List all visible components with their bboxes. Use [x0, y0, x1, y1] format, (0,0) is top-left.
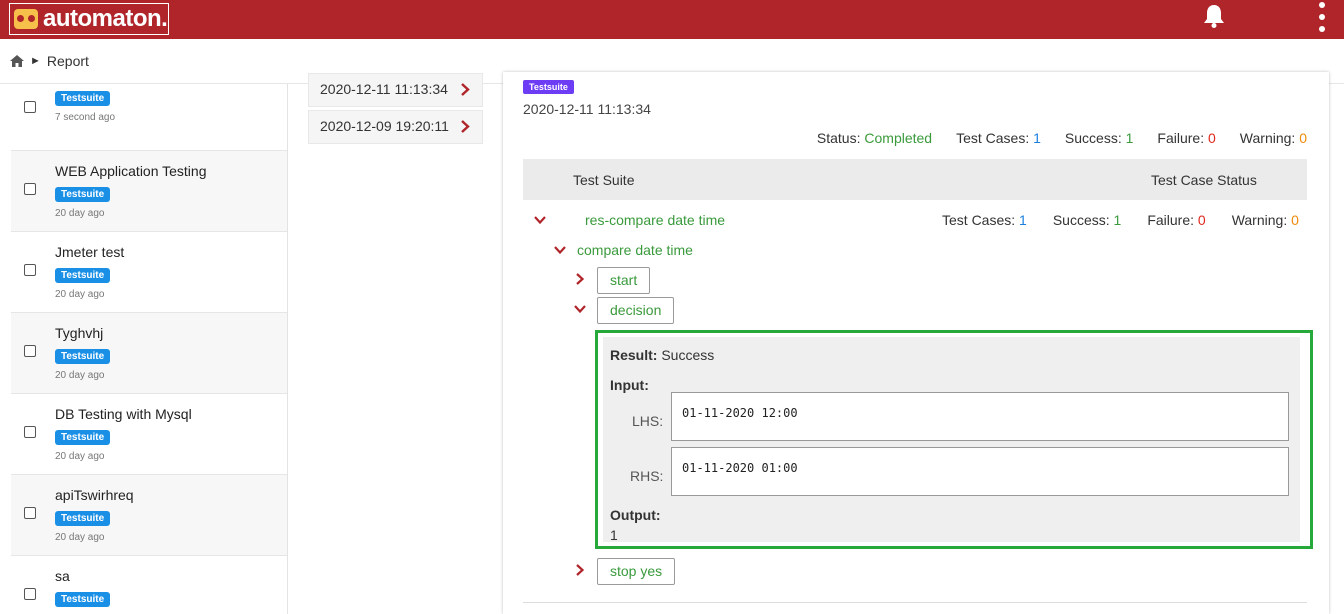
- list-item[interactable]: apiTswirhreq Testsuite 20 day ago: [11, 475, 287, 556]
- app-name: automaton.: [43, 5, 168, 32]
- suite-type-badge: Testsuite: [523, 80, 574, 94]
- suite-time-ago: 20 day ago: [55, 370, 105, 381]
- run-item[interactable]: 2020-12-11 11:13:34: [308, 73, 483, 107]
- chevron-down-icon[interactable]: [534, 214, 546, 226]
- output-heading: Output:: [610, 507, 661, 523]
- suite-checkbox[interactable]: [24, 507, 36, 519]
- suite-name: WEB Application Testing: [55, 163, 207, 179]
- step-result-panel: Result: Success Input: LHS: 01-11-2020 1…: [595, 330, 1313, 549]
- suite-checkbox[interactable]: [24, 588, 36, 600]
- suite-time-ago: 20 day ago: [55, 532, 105, 543]
- row-failure: Failure: 0: [1147, 212, 1206, 228]
- suite-name: Jmeter test: [55, 244, 125, 260]
- lhs-label: LHS:: [632, 413, 664, 429]
- suite-type-badge: Testsuite: [55, 592, 111, 607]
- report-date: 2020-12-11 11:13:34: [523, 101, 651, 117]
- chevron-down-icon[interactable]: [574, 303, 586, 315]
- suite-time-ago: 20 day ago: [55, 451, 105, 462]
- suite-time-ago: 20 day ago: [55, 289, 105, 300]
- suite-type-badge: Testsuite: [55, 268, 111, 283]
- step-start-button[interactable]: start: [597, 267, 651, 294]
- suite-type-badge: Testsuite: [55, 430, 111, 445]
- summary-warning: Warning: 0: [1239, 130, 1307, 146]
- suite-type-badge: Testsuite: [55, 91, 111, 106]
- app-logo[interactable]: automaton.: [9, 3, 169, 35]
- chevron-right-icon[interactable]: [574, 564, 586, 576]
- chevron-right-icon: [461, 120, 470, 133]
- output-value: 1: [610, 527, 618, 543]
- lhs-value-field[interactable]: 01-11-2020 12:00: [671, 392, 1289, 441]
- suite-checkbox[interactable]: [24, 264, 36, 276]
- suite-name: DB Testing with Mysql: [55, 406, 192, 422]
- row-warning: Warning: 0: [1231, 212, 1299, 228]
- summary-status: Status: Completed: [816, 130, 933, 146]
- summary-success: Success: 1: [1064, 130, 1134, 146]
- suite-checkbox[interactable]: [24, 426, 36, 438]
- suite-checkbox[interactable]: [24, 101, 36, 113]
- chevron-right-icon[interactable]: [574, 273, 586, 285]
- row-success: Success: 1: [1052, 212, 1122, 228]
- list-item[interactable]: Tyghvhj Testsuite 20 day ago: [11, 313, 287, 394]
- step-decision-button[interactable]: decision: [597, 297, 675, 324]
- list-item[interactable]: DB Testing with Mysql Testsuite 20 day a…: [11, 394, 287, 475]
- suite-name: Tyghvhj: [55, 325, 104, 341]
- suite-row-stats: Test Cases: 1 Success: 1 Failure: 0 Warn…: [942, 212, 1299, 228]
- chevron-right-icon: [461, 83, 470, 96]
- suite-time-ago: 20 day ago: [55, 208, 105, 219]
- kebab-menu-icon[interactable]: [1318, 2, 1326, 32]
- rhs-value-field[interactable]: 01-11-2020 01:00: [671, 447, 1289, 496]
- top-bar: automaton.: [0, 0, 1344, 39]
- tree-suite-name[interactable]: res-compare date time: [585, 212, 725, 228]
- list-item[interactable]: res Testsuite 7 second ago: [11, 84, 287, 151]
- suite-type-badge: Testsuite: [55, 349, 111, 364]
- suite-name: sa: [55, 568, 70, 584]
- chevron-down-icon[interactable]: [554, 244, 566, 256]
- run-history-list: 2020-12-11 11:13:34 2020-12-09 19:20:11: [308, 73, 483, 144]
- column-header-test-case-status: Test Case Status: [1151, 172, 1257, 188]
- divider: [523, 602, 1307, 603]
- run-date: 2020-12-11 11:13:34: [320, 81, 448, 97]
- report-table-header: Test Suite Test Case Status: [523, 159, 1307, 200]
- report-detail-panel: Testsuite 2020-12-11 11:13:34 Status: Co…: [503, 72, 1329, 614]
- suite-checkbox[interactable]: [24, 345, 36, 357]
- step-stop-button[interactable]: stop yes: [597, 558, 676, 585]
- report-summary: Status: Completed Test Cases: 1 Success:…: [817, 130, 1307, 146]
- run-item[interactable]: 2020-12-09 19:20:11: [308, 110, 483, 144]
- tree-case-name[interactable]: compare date time: [577, 242, 693, 258]
- bell-icon[interactable]: [1203, 4, 1225, 28]
- list-item[interactable]: sa Testsuite: [11, 556, 287, 614]
- suite-type-badge: Testsuite: [55, 187, 111, 202]
- row-test-cases: Test Cases: 1: [942, 212, 1027, 228]
- robot-logo-icon: [14, 9, 38, 29]
- list-item[interactable]: Jmeter test Testsuite 20 day ago: [11, 232, 287, 313]
- home-icon[interactable]: [10, 55, 24, 67]
- suite-name: apiTswirhreq: [55, 487, 134, 503]
- result-line: Result: Success: [610, 347, 715, 363]
- summary-test-cases: Test Cases: 1: [956, 130, 1041, 146]
- column-header-test-suite: Test Suite: [573, 172, 635, 188]
- step-result-content: Result: Success Input: LHS: 01-11-2020 1…: [603, 337, 1300, 543]
- breadcrumb-separator-icon: ►: [30, 55, 41, 67]
- summary-failure: Failure: 0: [1157, 130, 1216, 146]
- suite-type-badge: Testsuite: [55, 511, 111, 526]
- run-date: 2020-12-09 19:20:11: [320, 118, 449, 134]
- breadcrumb-current: Report: [46, 53, 89, 69]
- suite-checkbox[interactable]: [24, 183, 36, 195]
- list-item[interactable]: WEB Application Testing Testsuite 20 day…: [11, 151, 287, 232]
- suite-time-ago: 7 second ago: [55, 112, 116, 123]
- test-suite-list: res Testsuite 7 second ago WEB Applicati…: [11, 84, 288, 614]
- input-heading: Input:: [610, 377, 649, 393]
- rhs-label: RHS:: [630, 468, 664, 484]
